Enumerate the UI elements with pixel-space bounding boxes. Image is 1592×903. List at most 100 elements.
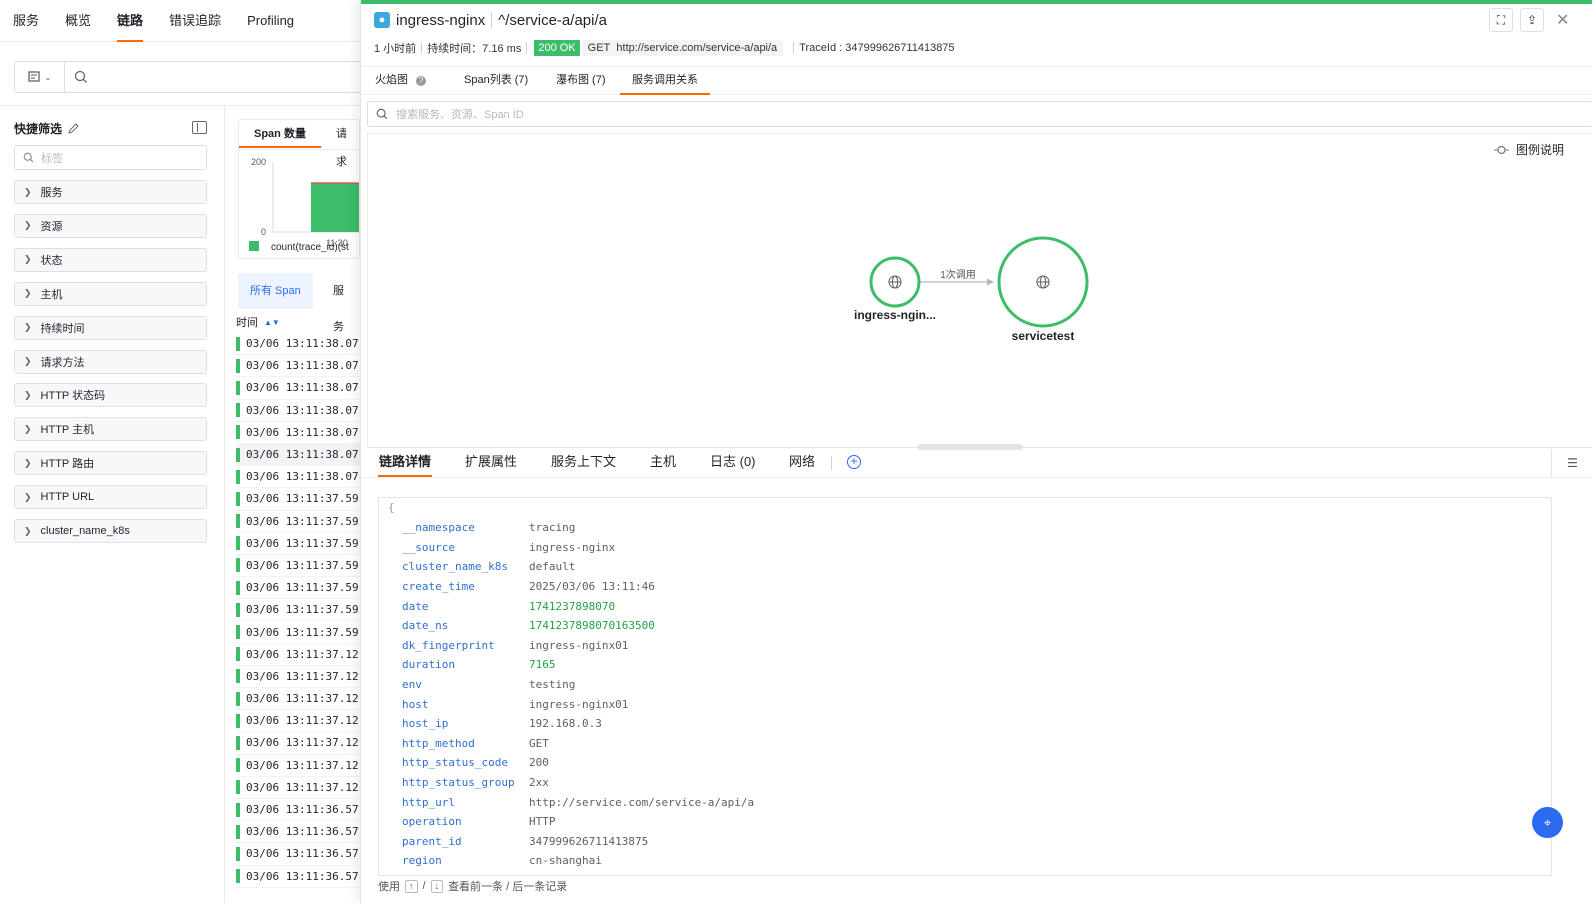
table-row[interactable]: 03/06 13:11:37.12	[236, 732, 360, 755]
table-row[interactable]: 03/06 13:11:36.57	[236, 799, 360, 822]
attribute-key[interactable]: create_time	[402, 580, 529, 593]
facet-item[interactable]: ❯ 持续时间	[14, 315, 207, 340]
tab-trace-detail[interactable]: 链路详情	[378, 449, 433, 477]
chart-bar[interactable]	[311, 183, 360, 232]
screenshot-button[interactable]: ⌖	[1532, 807, 1563, 838]
table-row[interactable]: 03/06 13:11:37.59	[236, 533, 360, 555]
facet-item[interactable]: ❯ HTTP 主机	[14, 417, 207, 442]
tab-span-count[interactable]: Span 数量	[239, 120, 321, 148]
attribute-value[interactable]: 347999626711413875	[529, 835, 648, 848]
tag-search-input[interactable]: 标签	[14, 145, 207, 170]
attribute-key[interactable]: date_ns	[402, 619, 529, 632]
nav-services[interactable]: 服务	[0, 0, 52, 42]
span-search-input[interactable]: 搜索服务、资源、Span ID	[367, 101, 1592, 127]
attribute-key[interactable]: http_method	[402, 737, 529, 750]
tab-span-list[interactable]: Span列表 (7)	[452, 67, 540, 95]
table-row[interactable]: 03/06 13:11:37.12	[236, 666, 360, 688]
attribute-value[interactable]: ingress-nginx	[529, 541, 615, 554]
attribute-value[interactable]: 200	[529, 756, 549, 769]
attribute-value[interactable]: default	[529, 560, 575, 573]
close-icon[interactable]: ✕	[1556, 10, 1569, 30]
attribute-value[interactable]: ingress-nginx01	[529, 698, 628, 711]
facet-item[interactable]: ❯ 请求方法	[14, 349, 207, 374]
attribute-value[interactable]: 2025/03/06 13:11:46	[529, 580, 655, 593]
share-button[interactable]: ⇪	[1520, 8, 1544, 32]
column-time[interactable]: 时间	[236, 314, 258, 330]
attribute-key[interactable]: http_status_group	[402, 776, 529, 789]
facet-item[interactable]: ❯ HTTP 状态码	[14, 383, 207, 408]
attribute-value[interactable]: tracing	[529, 521, 575, 534]
tab-service-context[interactable]: 服务上下文	[550, 449, 617, 477]
attribute-key[interactable]: operation	[402, 815, 529, 828]
facet-item[interactable]: ❯ 服务	[14, 180, 207, 204]
edit-icon[interactable]	[68, 123, 79, 134]
nav-overview[interactable]: 概览	[52, 0, 104, 42]
table-row[interactable]: 03/06 13:11:37.12	[236, 644, 360, 666]
table-row[interactable]: 03/06 13:11:37.59	[236, 621, 360, 644]
tab-logs[interactable]: 日志 (0)	[709, 449, 757, 477]
attribute-key[interactable]: host_ip	[402, 717, 529, 730]
request-url[interactable]: GET http://service.com/service-a/api/a	[581, 40, 784, 56]
view-selector[interactable]: ⌄	[15, 62, 65, 92]
attribute-key[interactable]: http_url	[402, 796, 529, 809]
facet-item[interactable]: ❯ 资源	[14, 213, 207, 238]
table-row[interactable]: 03/06 13:11:38.07	[236, 443, 360, 467]
sort-icon[interactable]: ▲▼	[264, 318, 280, 327]
attribute-value[interactable]: 1741237898070	[529, 600, 615, 613]
attribute-key[interactable]: dk_fingerprint	[402, 639, 529, 652]
attribute-key[interactable]: region	[402, 854, 529, 867]
attribute-key[interactable]: parent_id	[402, 835, 529, 848]
tab-service-map[interactable]: 服务调用关系	[620, 67, 710, 95]
facet-item[interactable]: ❯ HTTP 路由	[14, 451, 207, 476]
table-row[interactable]: 03/06 13:11:38.07	[236, 466, 360, 489]
table-row[interactable]: 03/06 13:11:37.12	[236, 777, 360, 799]
service-node-servicetest[interactable]: servicetest	[997, 236, 1089, 343]
attribute-value[interactable]: cn-shanghai	[529, 854, 602, 867]
table-row[interactable]: 03/06 13:11:38.07	[236, 422, 360, 444]
attribute-value[interactable]: 2xx	[529, 776, 549, 789]
nav-profiling[interactable]: Profiling	[234, 0, 307, 42]
attribute-key[interactable]: __namespace	[402, 521, 529, 534]
attribute-value[interactable]: ingress-nginx01	[529, 639, 628, 652]
table-row[interactable]: 03/06 13:11:37.12	[236, 688, 360, 711]
attribute-value[interactable]: http://service.com/service-a/api/a	[529, 796, 754, 809]
attribute-key[interactable]: http_status_code	[402, 756, 529, 769]
tab-all-spans[interactable]: 所有 Span	[238, 273, 313, 309]
table-row[interactable]: 03/06 13:11:37.59	[236, 599, 360, 622]
facet-item[interactable]: ❯ 主机	[14, 281, 207, 306]
table-row[interactable]: 03/06 13:11:36.57	[236, 866, 360, 888]
attribute-value[interactable]: 192.168.0.3	[529, 717, 602, 730]
table-row[interactable]: 03/06 13:11:38.07	[236, 377, 360, 400]
attribute-value[interactable]: GET	[529, 737, 549, 750]
attribute-key[interactable]: cluster_name_k8s	[402, 560, 529, 573]
collapse-sidebar-icon[interactable]	[192, 121, 207, 134]
service-node-ingress-nginx[interactable]: ingress-ngin...	[854, 256, 936, 322]
table-row[interactable]: 03/06 13:11:38.07	[236, 333, 360, 356]
tab-extended-attributes[interactable]: 扩展属性	[464, 449, 518, 477]
nav-error-tracking[interactable]: 错误追踪	[156, 0, 234, 42]
nav-traces[interactable]: 链路	[104, 0, 156, 42]
tab-service-spans[interactable]: 服务	[321, 273, 360, 333]
table-row[interactable]: 03/06 13:11:36.57	[236, 821, 360, 844]
attribute-value[interactable]: testing	[529, 678, 575, 691]
tab-flame-graph[interactable]: 火焰图?	[363, 67, 438, 95]
attribute-key[interactable]: __source	[402, 541, 529, 554]
table-row[interactable]: 03/06 13:11:37.59	[236, 511, 360, 533]
tab-host[interactable]: 主机	[649, 449, 677, 477]
attribute-key[interactable]: date	[402, 600, 529, 613]
table-row[interactable]: 03/06 13:11:37.12	[236, 710, 360, 733]
table-row[interactable]: 03/06 13:11:36.57	[236, 843, 360, 866]
service-map-canvas[interactable]: 图例说明 ingress-ngin... 1次调用 servicetest	[367, 133, 1592, 447]
table-row[interactable]: 03/06 13:11:37.59	[236, 555, 360, 578]
attribute-key[interactable]: duration	[402, 658, 529, 671]
tab-waterfall[interactable]: 瀑布图 (7)	[544, 67, 618, 95]
table-row[interactable]: 03/06 13:11:37.59	[236, 488, 360, 511]
fullscreen-button[interactable]: ⛶	[1489, 8, 1513, 32]
attribute-key[interactable]: host	[402, 698, 529, 711]
table-row[interactable]: 03/06 13:11:38.07	[236, 400, 360, 422]
table-row[interactable]: 03/06 13:11:38.07	[236, 355, 360, 378]
tab-network[interactable]: 网络	[788, 449, 816, 477]
attribute-value[interactable]: 1741237898070163500	[529, 619, 655, 632]
facet-item[interactable]: ❯ 状态	[14, 247, 207, 272]
table-row[interactable]: 03/06 13:11:37.59	[236, 577, 360, 600]
